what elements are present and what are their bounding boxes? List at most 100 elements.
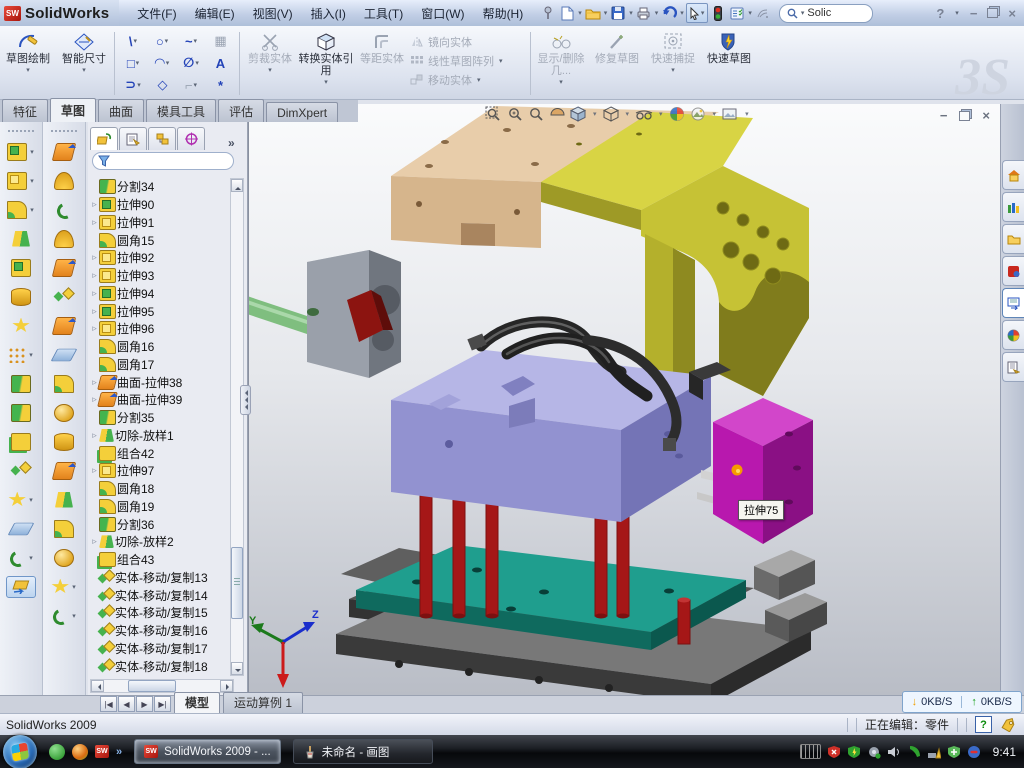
mold-point-icon[interactable]: ▾ xyxy=(51,572,77,601)
view-orientation-icon[interactable] xyxy=(570,106,587,122)
doc-minimize-button[interactable]: − xyxy=(940,108,948,123)
options-dropdown-icon[interactable]: ▾ xyxy=(748,9,752,17)
open-dropdown-icon[interactable]: ▾ xyxy=(604,9,608,17)
convert-entities-button[interactable]: 转换实体引用 ▾ xyxy=(298,28,354,99)
volume-icon[interactable] xyxy=(887,745,901,759)
tree-item[interactable]: ▹拉伸96 xyxy=(90,320,228,338)
split-feature-icon[interactable] xyxy=(11,369,31,398)
doc-restore-button[interactable] xyxy=(959,111,970,121)
tree-item[interactable]: ▹拉伸91 xyxy=(90,214,228,232)
scroll-up-button[interactable] xyxy=(231,179,243,192)
repair-sketch-button[interactable]: 修复草图 xyxy=(589,28,645,99)
display-delete-relations-button[interactable]: 显示/删除几... ▾ xyxy=(533,28,589,99)
security-shield-icon[interactable] xyxy=(847,745,861,759)
tree-item[interactable]: 圆角19 xyxy=(90,498,228,516)
design-library-tab[interactable] xyxy=(1002,192,1024,222)
restore-button[interactable] xyxy=(987,8,998,18)
tree-item[interactable]: 实体-移动/复制13 xyxy=(90,569,228,587)
split-body-icon[interactable] xyxy=(11,398,31,427)
sync-blocked-icon[interactable] xyxy=(967,745,981,759)
view-palette-tab[interactable] xyxy=(1002,288,1024,318)
quick-snaps-button[interactable]: 快速捕捉 ▾ xyxy=(645,28,701,99)
undo-icon[interactable] xyxy=(660,4,678,22)
extruded-boss-icon[interactable]: ▾ xyxy=(7,137,35,166)
undo-dropdown-icon[interactable]: ▾ xyxy=(680,9,684,17)
spline-tool[interactable]: ~▾ xyxy=(185,34,198,49)
pattern-feature-icon[interactable]: ▾ xyxy=(8,340,34,369)
wrap-feature-icon[interactable] xyxy=(12,311,30,340)
shut-off-surface-icon[interactable] xyxy=(54,398,74,427)
taskbar-clock[interactable]: 9:41 xyxy=(993,745,1016,759)
select-dropdown-icon[interactable]: ▾ xyxy=(701,9,705,17)
revolve-feature-icon[interactable] xyxy=(11,282,31,311)
section-view-icon[interactable] xyxy=(549,106,565,122)
instant3d-button[interactable] xyxy=(6,576,36,598)
extruded-cut-icon[interactable]: ▾ xyxy=(7,166,35,195)
last-tab-button[interactable]: ▶| xyxy=(154,696,171,712)
polygon-tool[interactable]: ◇ xyxy=(158,77,168,93)
tree-item[interactable]: 圆角16 xyxy=(90,338,228,356)
save-icon[interactable] xyxy=(609,4,627,22)
tag-icon[interactable] xyxy=(1000,718,1016,732)
reference-point-icon[interactable]: ▾ xyxy=(8,485,34,514)
tree-item[interactable]: 分割34 xyxy=(90,178,228,196)
close-button[interactable]: × xyxy=(1008,6,1016,21)
rapid-sketch-button[interactable]: 快速草图 xyxy=(701,28,757,99)
next-tab-button[interactable]: ▶ xyxy=(136,696,153,712)
tab-features[interactable]: 特征 xyxy=(2,99,48,122)
slot-tool[interactable]: ⊃▾ xyxy=(125,77,141,93)
media-player-icon[interactable] xyxy=(72,744,88,760)
minimize-button[interactable]: − xyxy=(970,6,978,21)
combine-bodies-icon[interactable] xyxy=(11,427,31,456)
options-icon[interactable] xyxy=(728,4,746,22)
part-cam-clamp[interactable] xyxy=(307,250,401,378)
menu-view[interactable]: 视图(V) xyxy=(245,2,301,25)
menu-file[interactable]: 文件(F) xyxy=(129,2,184,25)
indent-feature-icon[interactable] xyxy=(54,253,74,282)
tree-item[interactable]: ▹曲面-拉伸39 xyxy=(90,391,228,409)
tree-item[interactable]: ▹拉伸94 xyxy=(90,285,228,303)
antivirus-alert-icon[interactable] xyxy=(827,745,841,759)
tree-horizontal-scrollbar[interactable] xyxy=(90,679,234,693)
taskbar-button-solidworks[interactable]: SW SolidWorks 2009 - ... xyxy=(134,739,281,764)
trim-entities-button[interactable]: 剪裁实体 ▾ xyxy=(242,28,298,99)
tab-evaluate[interactable]: 评估 xyxy=(218,99,264,122)
boss-feature-icon[interactable] xyxy=(11,253,31,282)
view-settings-icon[interactable] xyxy=(722,107,739,122)
tree-item[interactable]: 实体-移动/复制18 xyxy=(90,657,228,675)
quick-tips-button[interactable]: ? xyxy=(975,716,992,733)
solidworks-launcher-icon[interactable]: SW xyxy=(95,745,109,758)
tree-item[interactable]: ▹切除-放样1 xyxy=(90,427,228,445)
display-style-icon[interactable] xyxy=(603,106,620,122)
zoom-fit-icon[interactable] xyxy=(485,106,502,122)
tree-item[interactable]: ▹切除-放样2 xyxy=(90,533,228,551)
menu-tools[interactable]: 工具(T) xyxy=(356,2,411,25)
tree-item[interactable]: 圆角18 xyxy=(90,480,228,498)
configuration-manager-tab[interactable] xyxy=(148,127,176,150)
search-input[interactable]: Solic xyxy=(807,7,831,19)
health-shield-icon[interactable] xyxy=(947,745,961,759)
split-line-icon[interactable] xyxy=(55,282,73,311)
resources-home-tab[interactable] xyxy=(1002,160,1024,190)
tree-item[interactable]: 实体-移动/复制16 xyxy=(90,622,228,640)
tree-item[interactable]: 圆角17 xyxy=(90,356,228,374)
scroll-left-button[interactable] xyxy=(91,680,104,692)
motion-study-tab[interactable]: 运动算例 1 xyxy=(223,692,303,713)
arc-tool[interactable]: ◠▾ xyxy=(155,55,171,71)
open-folder-icon[interactable] xyxy=(584,4,602,22)
curve-tool-icon[interactable]: ▾ xyxy=(8,543,34,572)
edit-appearance-icon[interactable] xyxy=(669,106,685,122)
tree-item[interactable]: 实体-移动/复制17 xyxy=(90,640,228,658)
tree-item[interactable]: 圆角15 xyxy=(90,231,228,249)
part-handle-rod[interactable] xyxy=(249,290,313,336)
move-entities-button[interactable]: 移动实体▾ xyxy=(410,72,528,88)
scroll-thumb[interactable] xyxy=(128,680,176,692)
file-explorer-tab[interactable] xyxy=(1002,224,1024,254)
apply-scene-icon[interactable] xyxy=(690,107,707,122)
parting-surface-icon[interactable] xyxy=(54,514,74,543)
flex-feature-icon[interactable] xyxy=(54,137,74,166)
sketch-fillet-tool[interactable]: ⌐▾ xyxy=(185,78,198,93)
menu-edit[interactable]: 编辑(E) xyxy=(187,2,243,25)
line-tool[interactable]: \▾ xyxy=(129,34,138,49)
custom-properties-tab[interactable] xyxy=(1002,352,1024,382)
